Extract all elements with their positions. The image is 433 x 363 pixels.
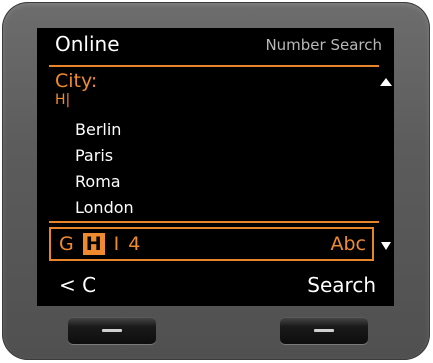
screen-title: Online bbox=[55, 32, 120, 56]
list-item-paris[interactable]: Paris bbox=[75, 146, 113, 166]
title-bar: Online Number Search bbox=[37, 28, 394, 61]
key-char-g: G bbox=[59, 233, 74, 255]
key-characters: G H I 4 bbox=[59, 232, 149, 256]
phone-device: Online Number Search City: H| Berlin Par… bbox=[2, 2, 430, 360]
key-char-4: 4 bbox=[128, 233, 141, 255]
softkey-clear-label[interactable]: < C bbox=[59, 273, 96, 297]
softkey-search-label[interactable]: Search bbox=[307, 273, 376, 297]
right-softkey-button[interactable] bbox=[280, 317, 368, 344]
list-item-roma[interactable]: Roma bbox=[75, 172, 121, 192]
text-input-bar[interactable]: G H I 4 Abc bbox=[49, 227, 374, 261]
minus-icon bbox=[314, 329, 334, 332]
key-char-i: I bbox=[113, 233, 120, 255]
city-field-label: City: bbox=[55, 70, 98, 92]
city-input-value[interactable]: H| bbox=[55, 92, 70, 108]
top-divider bbox=[49, 65, 379, 67]
key-char-h-selected: H bbox=[82, 233, 105, 255]
left-softkey-button[interactable] bbox=[68, 317, 156, 344]
minus-icon bbox=[102, 329, 122, 332]
list-divider bbox=[49, 221, 379, 223]
screen-subtitle: Number Search bbox=[265, 36, 382, 54]
scroll-up-icon[interactable] bbox=[380, 78, 392, 86]
scroll-down-icon[interactable] bbox=[381, 242, 391, 250]
input-mode-indicator: Abc bbox=[330, 233, 366, 255]
display-screen: Online Number Search City: H| Berlin Par… bbox=[37, 28, 394, 306]
list-item-berlin[interactable]: Berlin bbox=[75, 120, 121, 140]
list-item-london[interactable]: London bbox=[75, 198, 134, 218]
